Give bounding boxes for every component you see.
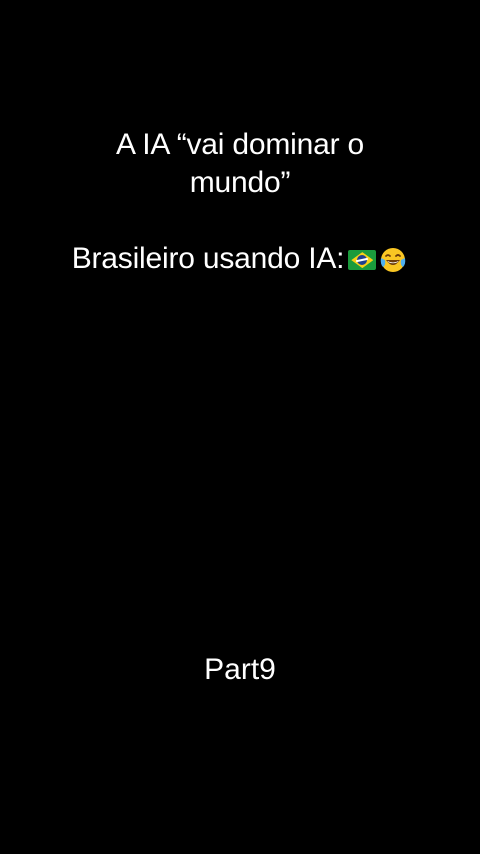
caption-line-3: Brasileiro usando IA: bbox=[0, 240, 480, 278]
video-frame: A IA “vai dominar o mundo” Brasileiro us… bbox=[0, 0, 480, 854]
caption-line-1: A IA “vai dominar o bbox=[116, 128, 364, 161]
face-with-tears-of-joy-icon bbox=[381, 248, 406, 273]
caption-text: A IA “vai dominar o mundo” Brasileiro us… bbox=[0, 126, 480, 278]
emoji-group bbox=[348, 245, 408, 275]
brazil-flag-icon bbox=[348, 250, 377, 271]
caption-line-2: mundo” bbox=[189, 166, 291, 199]
part-label: Part9 bbox=[204, 653, 276, 686]
caption-line-3-text: Brasileiro usando IA: bbox=[71, 242, 345, 275]
